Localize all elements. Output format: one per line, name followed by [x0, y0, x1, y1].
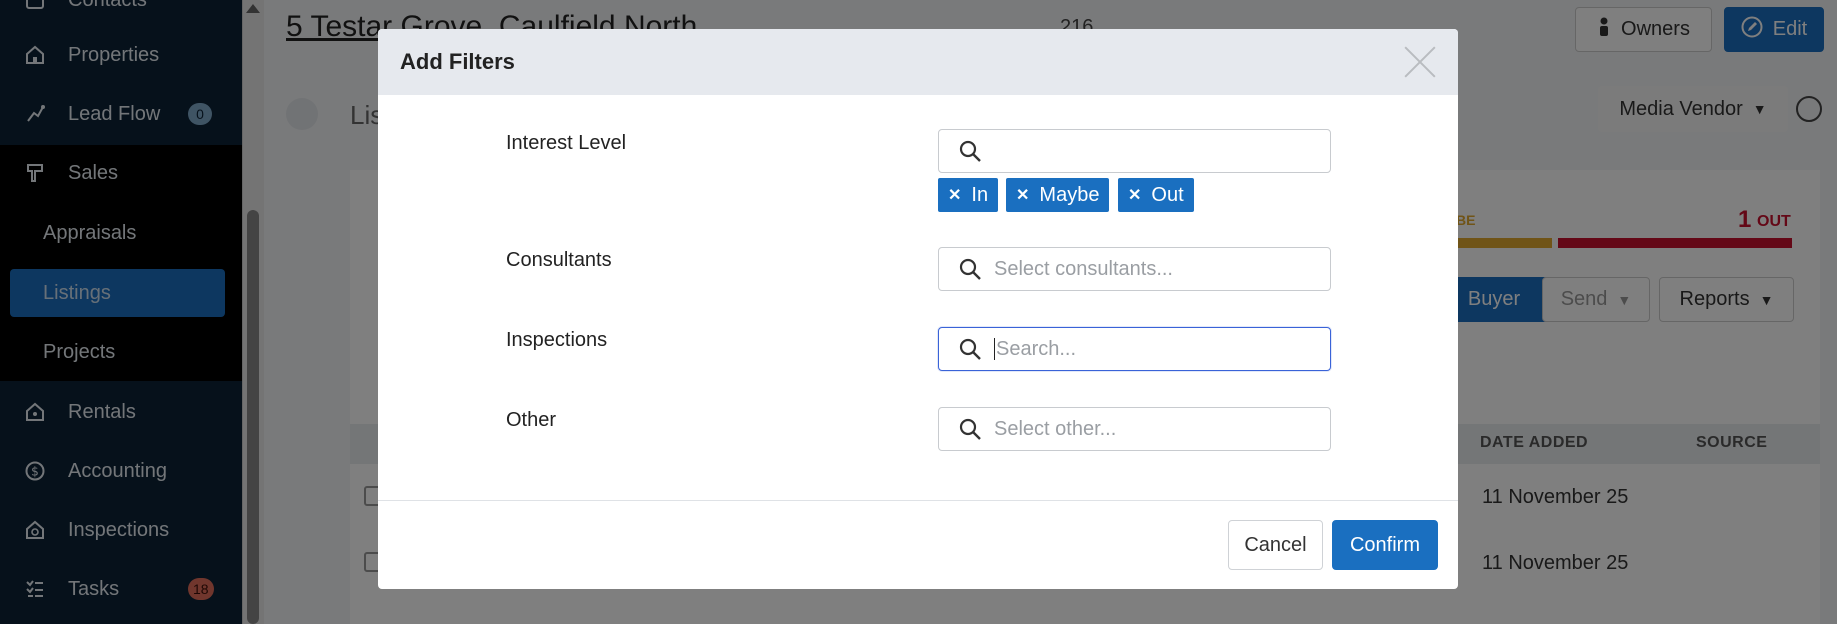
close-icon[interactable]	[1402, 43, 1438, 79]
tag-label: In	[971, 183, 989, 206]
interest-level-label: Interest Level	[506, 132, 627, 154]
interest-tag-in[interactable]: ✕ In	[938, 178, 999, 212]
modal-title: Add Filters	[400, 49, 515, 74]
remove-tag-icon[interactable]: ✕	[948, 185, 961, 205]
inspections-search-input[interactable]: Search...	[938, 327, 1331, 371]
other-placeholder: Select other...	[994, 417, 1117, 440]
remove-tag-icon[interactable]: ✕	[1128, 185, 1141, 205]
tag-label: Maybe	[1039, 183, 1100, 206]
remove-tag-icon[interactable]: ✕	[1016, 185, 1029, 205]
interest-tag-maybe[interactable]: ✕ Maybe	[1006, 178, 1110, 212]
consultants-placeholder: Select consultants...	[994, 257, 1173, 280]
cancel-button[interactable]: Cancel	[1228, 520, 1323, 570]
search-icon	[959, 418, 981, 440]
search-icon	[959, 338, 981, 360]
text-caret	[994, 338, 995, 360]
other-label: Other	[506, 409, 557, 431]
inspections-placeholder: Search...	[996, 337, 1077, 360]
interest-tag-out[interactable]: ✕ Out	[1118, 178, 1194, 212]
inspections-label: Inspections	[506, 329, 608, 351]
add-filters-modal: Add Filters Interest Level ✕ In ✕ Maybe …	[378, 29, 1458, 589]
interest-level-input[interactable]	[938, 129, 1331, 173]
modal-footer-divider	[378, 500, 1458, 501]
other-input[interactable]: Select other...	[938, 407, 1331, 451]
modal-header: Add Filters	[378, 29, 1458, 95]
consultants-label: Consultants	[506, 249, 612, 271]
consultants-input[interactable]: Select consultants...	[938, 247, 1331, 291]
search-icon	[959, 258, 981, 280]
confirm-button[interactable]: Confirm	[1332, 520, 1438, 570]
search-icon	[959, 140, 981, 162]
tag-label: Out	[1151, 183, 1184, 206]
